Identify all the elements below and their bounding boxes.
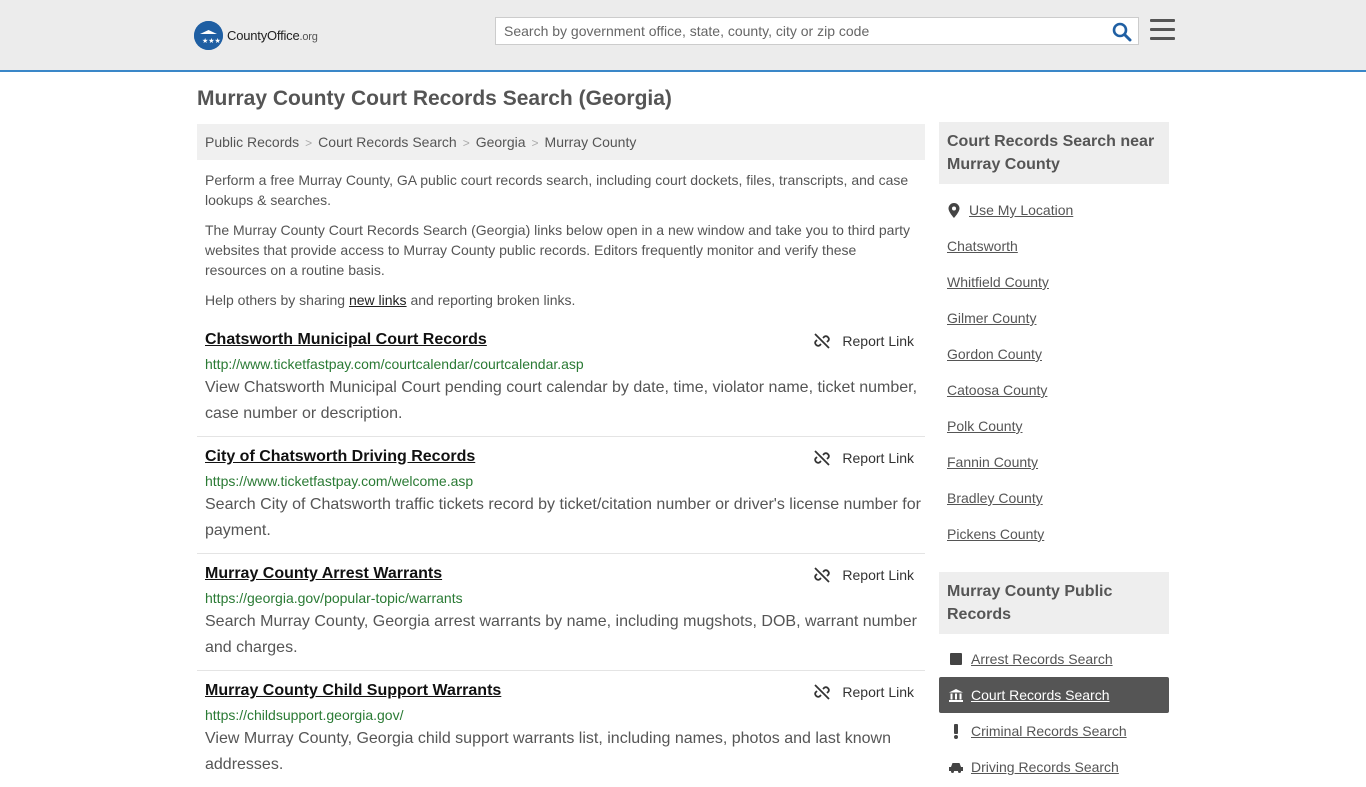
nearby-link[interactable]: Pickens County: [947, 526, 1044, 542]
result-description: View Chatsworth Municipal Court pending …: [205, 379, 918, 422]
report-link-label: Report Link: [842, 684, 914, 700]
nearby-link[interactable]: Catoosa County: [947, 382, 1047, 398]
square-icon: [949, 653, 963, 665]
report-link-button[interactable]: Report Link: [814, 684, 914, 700]
sidebar-item-label: Criminal Records Search: [971, 723, 1127, 739]
nearby-link[interactable]: Whitfield County: [947, 274, 1049, 290]
sidebar-item-court-records[interactable]: Court Records Search: [939, 677, 1169, 713]
result-item: City of Chatsworth Driving Records Repor…: [197, 448, 925, 554]
result-title-link[interactable]: Murray County Arrest Warrants: [205, 565, 442, 583]
nearby-link[interactable]: Fannin County: [947, 454, 1038, 470]
broken-link-icon: [814, 567, 831, 583]
nearby-link[interactable]: Bradley County: [947, 490, 1043, 506]
page-title: Murray County Court Records Search (Geor…: [197, 87, 672, 110]
report-link-button[interactable]: Report Link: [814, 450, 914, 466]
search-input[interactable]: [496, 18, 1104, 44]
car-icon: [949, 762, 963, 773]
logo-icon: ★★★: [194, 20, 223, 50]
breadcrumb-item[interactable]: Court Records Search: [318, 134, 457, 150]
help-text: and reporting broken links.: [406, 292, 576, 308]
nearby-link[interactable]: Polk County: [947, 418, 1022, 434]
breadcrumb: Public Records > Court Records Search > Geor…: [197, 124, 925, 160]
sidebar-item-label: Arrest Records Search: [971, 651, 1113, 667]
result-item: Murray County Child Support Warrants Rep…: [197, 682, 925, 787]
breadcrumb-separator-icon: >: [462, 136, 470, 150]
nearby-link[interactable]: Chatsworth: [947, 238, 1018, 254]
top-bar: ★★★ CountyOffice.org: [0, 0, 1366, 72]
report-link-label: Report Link: [842, 567, 914, 583]
result-item: Chatsworth Municipal Court Records Repor…: [197, 331, 925, 437]
use-my-location-label: Use My Location: [969, 202, 1074, 218]
search-icon[interactable]: [1112, 22, 1132, 42]
report-link-button[interactable]: Report Link: [814, 567, 914, 583]
use-my-location-link[interactable]: Use My Location: [939, 192, 1169, 228]
nearby-heading: Court Records Search near Murray County: [939, 122, 1169, 184]
result-url: https://childsupport.georgia.gov/: [205, 707, 404, 723]
logo-tld: .org: [299, 30, 318, 43]
result-title-link[interactable]: City of Chatsworth Driving Records: [205, 448, 475, 466]
result-title-link[interactable]: Chatsworth Municipal Court Records: [205, 331, 487, 349]
intro-paragraph: Perform a free Murray County, GA public …: [205, 172, 909, 208]
broken-link-icon: [814, 333, 831, 349]
nearby-link[interactable]: Gilmer County: [947, 310, 1036, 326]
breadcrumb-item[interactable]: Public Records: [205, 134, 299, 150]
intro-paragraph: The Murray County Court Records Search (…: [205, 222, 911, 278]
exclamation-icon: [949, 723, 963, 739]
report-link-button[interactable]: Report Link: [814, 333, 914, 349]
result-url: https://www.ticketfastpay.com/welcome.as…: [205, 473, 474, 489]
svg-text:★★★: ★★★: [202, 37, 221, 45]
breadcrumb-item[interactable]: Murray County: [545, 134, 637, 150]
search-box: [495, 17, 1139, 45]
public-records-heading: Murray County Public Records: [939, 572, 1169, 634]
sidebar-item-driving-records[interactable]: Driving Records Search: [939, 749, 1169, 785]
sidebar-item-arrest-records[interactable]: Arrest Records Search: [939, 641, 1169, 677]
help-paragraph: Help others by sharing new links and rep…: [205, 290, 917, 310]
logo[interactable]: ★★★ CountyOffice.org: [194, 20, 318, 50]
nearby-link[interactable]: Gordon County: [947, 346, 1042, 362]
sidebar-item-label: Driving Records Search: [971, 759, 1119, 775]
result-url: https://georgia.gov/popular-topic/warran…: [205, 590, 463, 606]
breadcrumb-item[interactable]: Georgia: [476, 134, 526, 150]
hamburger-menu-icon[interactable]: [1150, 19, 1175, 41]
breadcrumb-separator-icon: >: [305, 136, 313, 150]
courthouse-icon: [949, 688, 963, 702]
broken-link-icon: [814, 450, 831, 466]
report-link-label: Report Link: [842, 333, 914, 349]
result-item: Murray County Arrest Warrants Report Lin…: [197, 565, 925, 671]
sidebar-item-label: Court Records Search: [971, 687, 1110, 703]
result-description: Search Murray County, Georgia arrest war…: [205, 613, 917, 656]
result-title-link[interactable]: Murray County Child Support Warrants: [205, 682, 501, 700]
broken-link-icon: [814, 684, 831, 700]
help-text: Help others by sharing: [205, 292, 349, 308]
result-url: http://www.ticketfastpay.com/courtcalend…: [205, 356, 584, 372]
result-description: View Murray County, Georgia child suppor…: [205, 730, 891, 773]
map-marker-icon: [947, 202, 961, 218]
breadcrumb-separator-icon: >: [531, 136, 539, 150]
result-description: Search City of Chatsworth traffic ticket…: [205, 496, 921, 539]
logo-name: CountyOffice: [227, 27, 300, 43]
sidebar-item-criminal-records[interactable]: Criminal Records Search: [939, 713, 1169, 749]
new-links-link[interactable]: new links: [349, 292, 407, 308]
report-link-label: Report Link: [842, 450, 914, 466]
